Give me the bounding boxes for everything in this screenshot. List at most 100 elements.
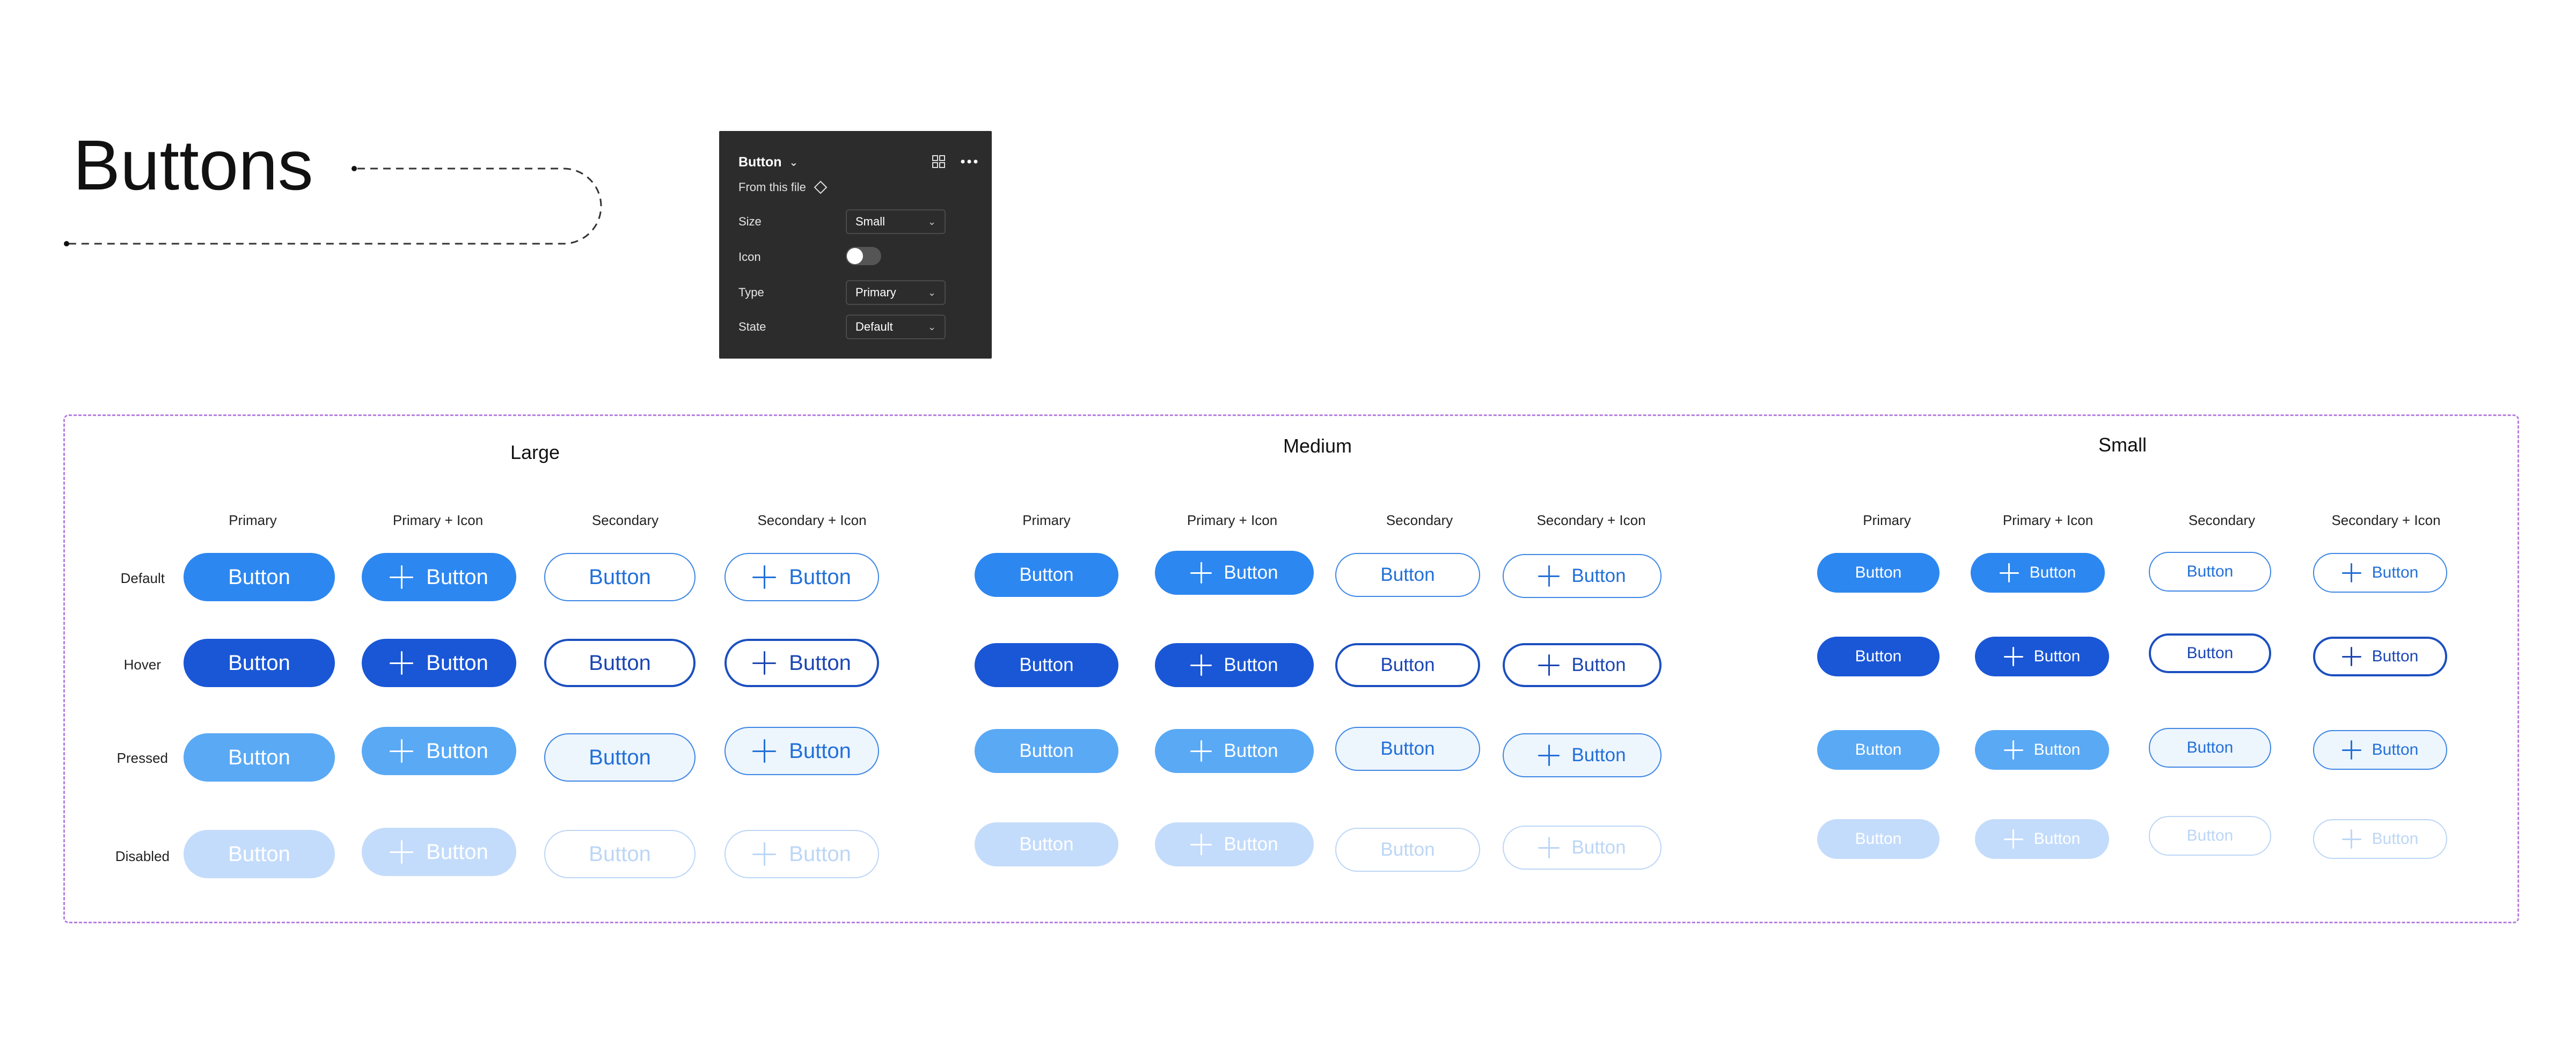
button-large-secondary-default[interactable]: Button xyxy=(544,553,696,601)
button-small-primary-pressed[interactable]: Button xyxy=(1817,730,1940,770)
button-large-secondary-hover[interactable]: Button xyxy=(544,639,696,687)
button-large-primary-icon-pressed[interactable]: Button xyxy=(362,727,516,775)
button-small-primary-icon-default[interactable]: Button xyxy=(1971,553,2105,593)
group-title-small: Small xyxy=(2098,434,2147,456)
group-title-medium: Medium xyxy=(1283,435,1352,457)
button-label: Button xyxy=(426,565,488,589)
chevron-down-icon: ⌄ xyxy=(927,321,936,332)
col-head-medium-secondary-icon: Secondary + Icon xyxy=(1536,512,1646,528)
plus-icon xyxy=(1190,562,1212,584)
button-small-primary-icon-hover[interactable]: Button xyxy=(1975,637,2109,676)
button-medium-primary-pressed[interactable]: Button xyxy=(975,729,1118,773)
button-large-secondary-pressed[interactable]: Button xyxy=(544,733,696,782)
state-select[interactable]: Default ⌄ xyxy=(846,315,946,339)
button-medium-secondary-pressed[interactable]: Button xyxy=(1335,727,1480,771)
button-small-secondary-hover[interactable]: Button xyxy=(2149,633,2271,673)
button-label: Button xyxy=(1224,654,1278,675)
plus-icon xyxy=(1538,837,1560,858)
row-label-hover: Hover xyxy=(123,657,161,673)
plus-icon xyxy=(1999,563,2019,582)
state-value: Default xyxy=(855,320,893,333)
col-head-large-primary-icon: Primary + Icon xyxy=(392,512,484,528)
button-large-primary-icon-default[interactable]: Button xyxy=(362,553,516,601)
button-small-primary-icon-disabled: Button xyxy=(1975,819,2109,859)
button-small-primary-hover[interactable]: Button xyxy=(1817,637,1940,676)
plus-icon xyxy=(752,842,777,866)
button-label: Button xyxy=(2186,827,2234,844)
more-options-icon[interactable] xyxy=(960,154,979,170)
button-label: Button xyxy=(228,842,290,866)
button-small-secondary-icon-hover[interactable]: Button xyxy=(2313,637,2447,676)
button-medium-secondary-icon-default[interactable]: Button xyxy=(1503,554,1662,598)
chevron-down-icon: ⌄ xyxy=(927,287,936,298)
button-large-secondary-icon-hover[interactable]: Button xyxy=(724,639,879,687)
button-medium-primary-icon-disabled: Button xyxy=(1155,822,1314,866)
icon-toggle[interactable] xyxy=(846,247,881,265)
size-select[interactable]: Small ⌄ xyxy=(846,209,946,234)
col-head-large-primary: Primary xyxy=(229,512,277,528)
button-medium-primary-icon-pressed[interactable]: Button xyxy=(1155,729,1314,773)
button-medium-primary-icon-default[interactable]: Button xyxy=(1155,551,1314,595)
button-label: Button xyxy=(426,651,488,675)
size-value: Small xyxy=(855,215,885,228)
button-large-secondary-icon-default[interactable]: Button xyxy=(724,553,879,601)
button-label: Button xyxy=(1380,564,1435,585)
plus-icon xyxy=(1190,654,1212,676)
button-medium-primary-disabled: Button xyxy=(975,822,1118,866)
button-label: Button xyxy=(1224,740,1278,761)
button-label: Button xyxy=(1019,740,1074,761)
button-label: Button xyxy=(589,651,651,675)
connector-line xyxy=(64,166,602,246)
button-medium-primary-hover[interactable]: Button xyxy=(975,643,1118,687)
button-large-primary-icon-disabled: Button xyxy=(362,828,516,876)
button-label: Button xyxy=(228,651,290,675)
plus-icon xyxy=(2341,563,2361,582)
chevron-down-icon: ⌄ xyxy=(927,216,936,227)
button-label: Button xyxy=(2186,644,2234,662)
button-small-primary-default[interactable]: Button xyxy=(1817,553,1940,593)
type-select[interactable]: Primary ⌄ xyxy=(846,280,946,305)
button-label: Button xyxy=(789,842,851,866)
plus-icon xyxy=(1538,565,1560,587)
component-dropdown[interactable]: Button ⌄ xyxy=(738,155,798,170)
button-small-primary-disabled: Button xyxy=(1817,819,1940,859)
button-medium-secondary-icon-pressed[interactable]: Button xyxy=(1503,733,1662,777)
plus-icon xyxy=(1190,740,1212,762)
button-large-primary-pressed[interactable]: Button xyxy=(184,733,335,782)
grid-icon[interactable] xyxy=(932,155,946,169)
plus-icon xyxy=(2341,829,2361,849)
row-label-pressed: Pressed xyxy=(116,750,168,766)
button-medium-primary-default[interactable]: Button xyxy=(975,553,1118,597)
chevron-down-icon: ⌄ xyxy=(789,157,799,169)
component-diamond-icon xyxy=(814,180,828,194)
button-large-primary-default[interactable]: Button xyxy=(184,553,335,601)
button-label: Button xyxy=(2029,564,2076,581)
icon-label: Icon xyxy=(738,250,761,264)
button-medium-primary-icon-hover[interactable]: Button xyxy=(1155,643,1314,687)
type-label: Type xyxy=(738,286,764,299)
button-small-secondary-icon-pressed[interactable]: Button xyxy=(2313,730,2447,770)
button-large-primary-hover[interactable]: Button xyxy=(184,639,335,687)
button-small-secondary-pressed[interactable]: Button xyxy=(2149,728,2271,768)
button-label: Button xyxy=(1855,564,1902,581)
button-large-primary-disabled: Button xyxy=(184,830,335,878)
button-small-secondary-icon-default[interactable]: Button xyxy=(2313,553,2447,593)
button-small-secondary-default[interactable]: Button xyxy=(2149,552,2271,592)
button-small-secondary-icon-disabled: Button xyxy=(2313,819,2447,859)
plus-icon xyxy=(390,739,414,763)
button-label: Button xyxy=(2033,741,2081,759)
button-medium-secondary-hover[interactable]: Button xyxy=(1335,643,1480,687)
button-label: Button xyxy=(1855,741,1902,759)
button-large-secondary-icon-pressed[interactable]: Button xyxy=(724,727,879,775)
properties-panel: Button ⌄ From this file Size Small ⌄ Ico… xyxy=(719,131,992,359)
button-medium-secondary-icon-hover[interactable]: Button xyxy=(1503,643,1662,687)
col-head-large-secondary-icon: Secondary + Icon xyxy=(757,512,867,528)
button-label: Button xyxy=(426,840,488,864)
button-small-primary-icon-pressed[interactable]: Button xyxy=(1975,730,2109,770)
button-medium-secondary-default[interactable]: Button xyxy=(1335,553,1480,597)
button-large-primary-icon-hover[interactable]: Button xyxy=(362,639,516,687)
button-label: Button xyxy=(2372,741,2419,759)
button-label: Button xyxy=(1019,564,1074,585)
button-label: Button xyxy=(1571,565,1626,586)
button-label: Button xyxy=(1855,647,1902,665)
